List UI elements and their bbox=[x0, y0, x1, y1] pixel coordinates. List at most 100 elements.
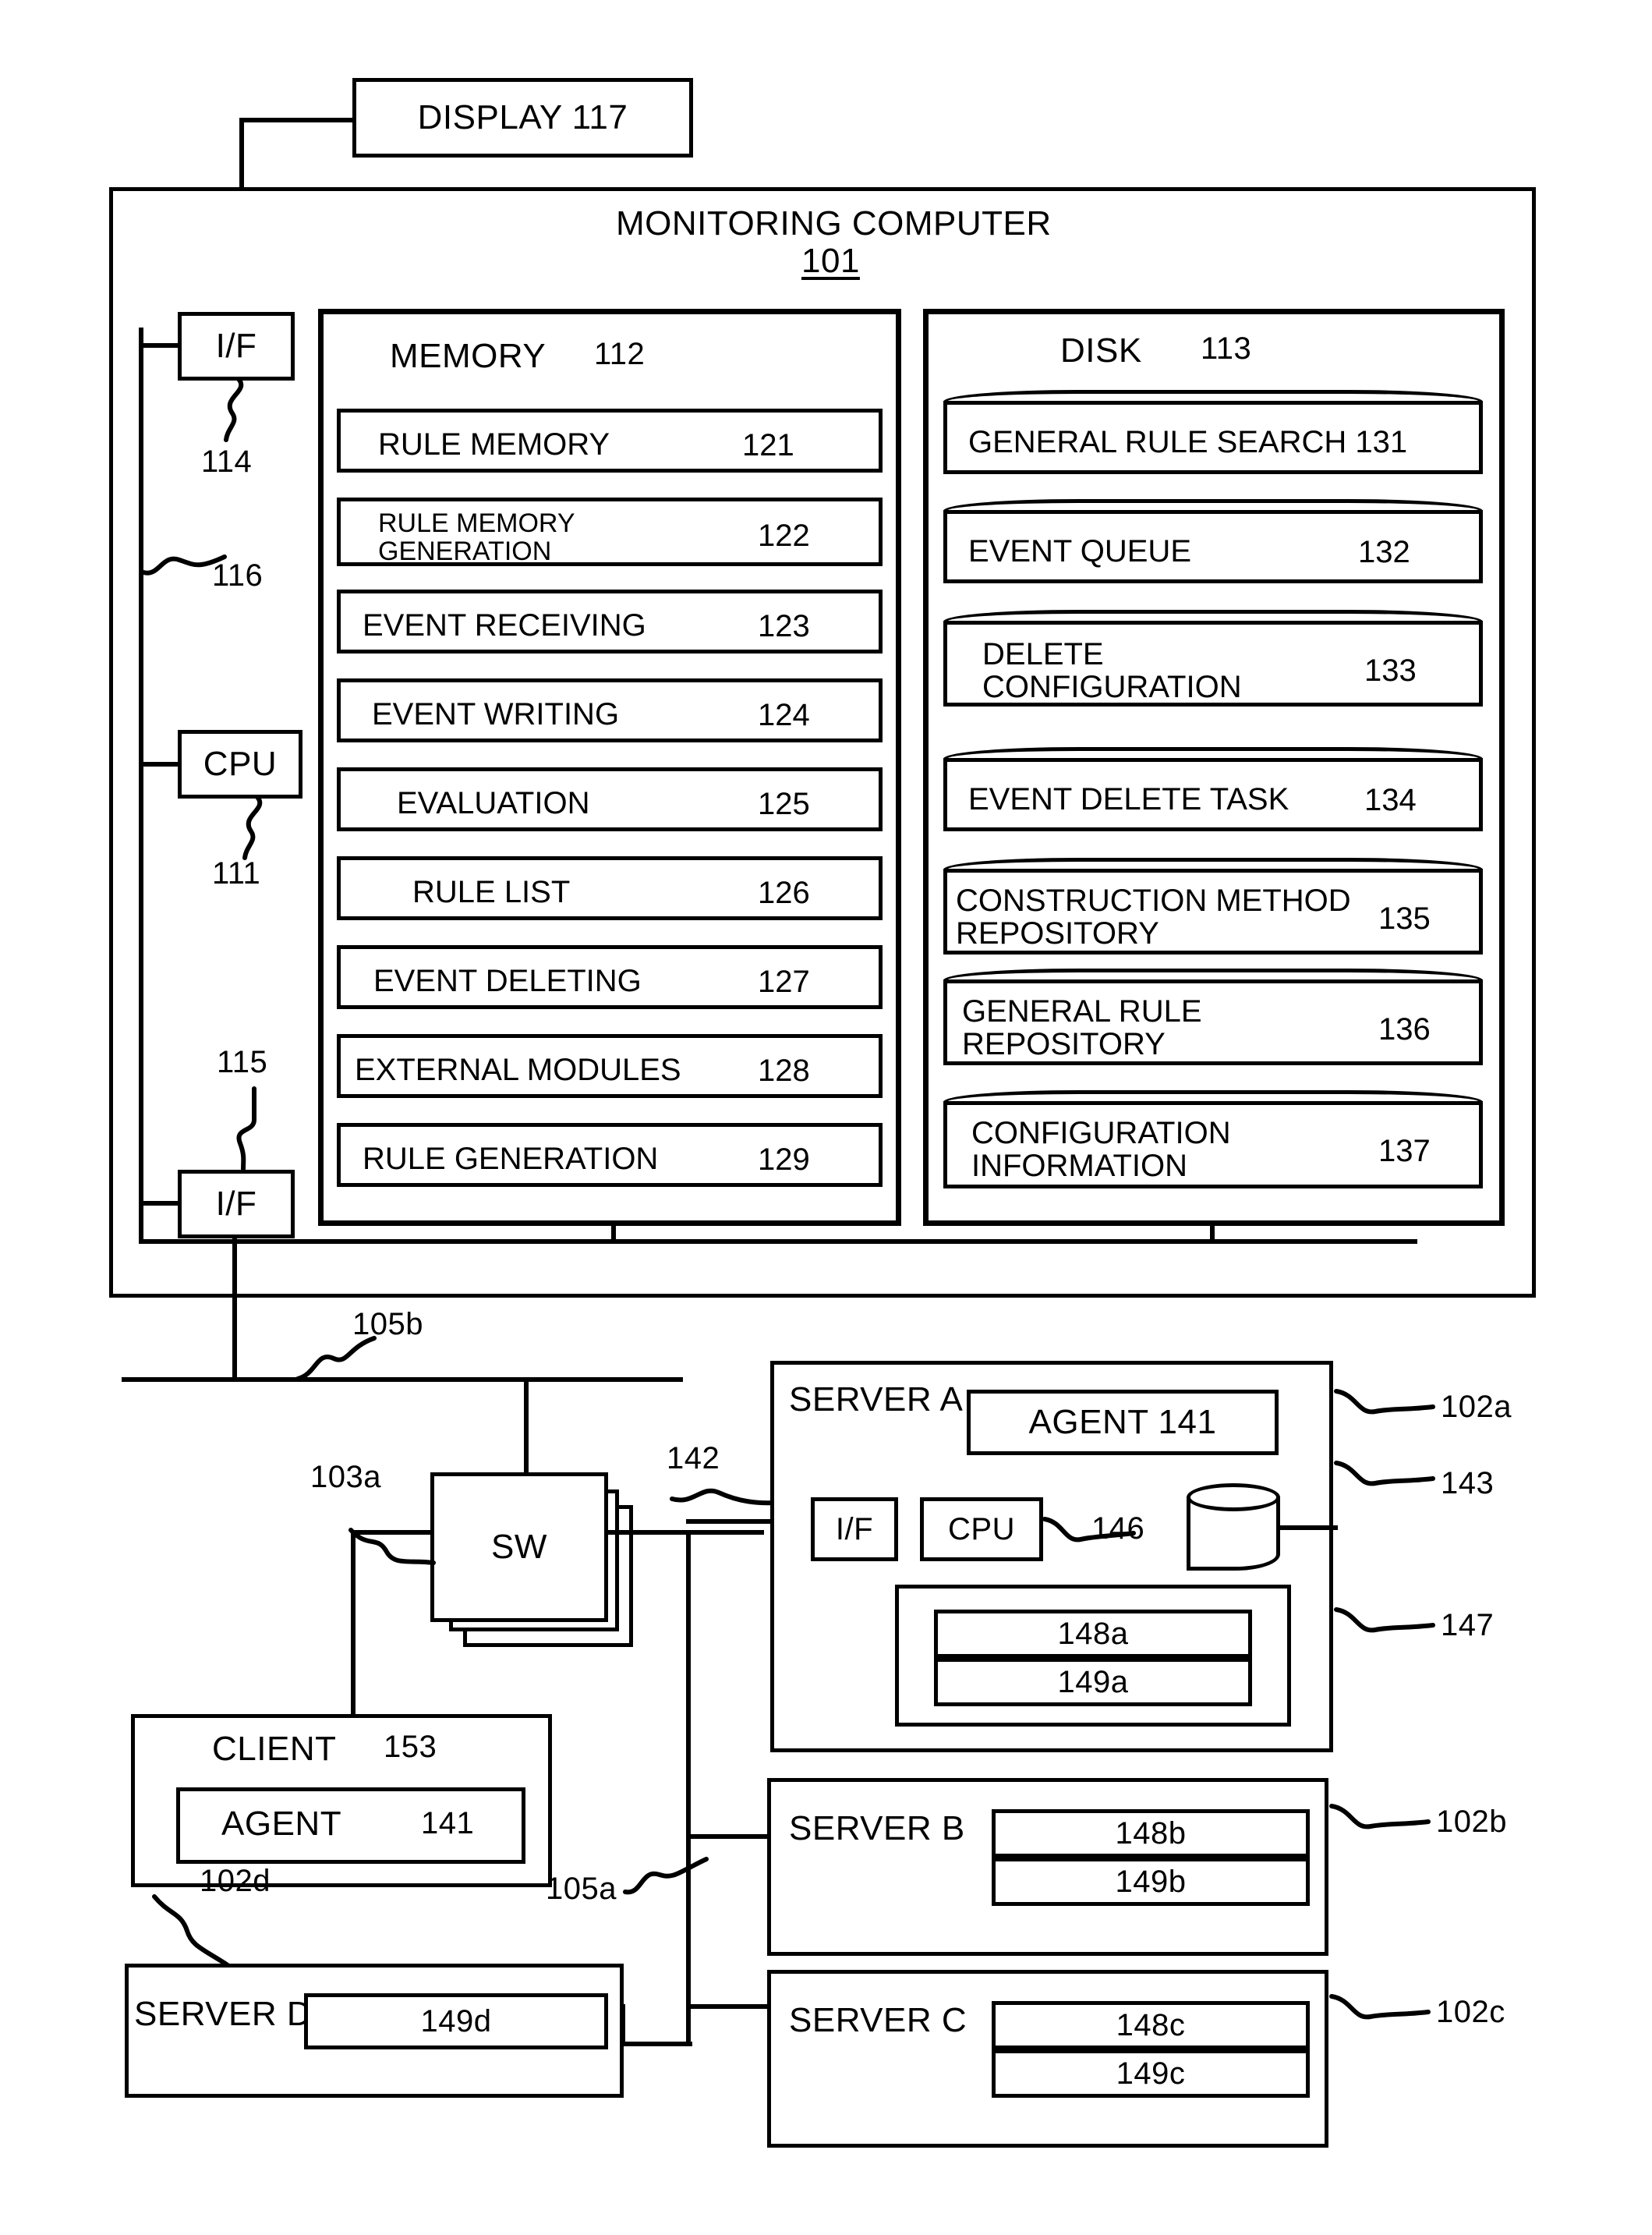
memory-item: EVENT WRITING 124 bbox=[337, 678, 883, 742]
bus-bottom-horizontal bbox=[139, 1239, 1417, 1244]
bus-105b-ref: 105b bbox=[352, 1307, 423, 1341]
disk-item-name: CONSTRUCTION METHOD REPOSITORY bbox=[956, 884, 1351, 951]
disk-item-ref: 137 bbox=[1378, 1134, 1431, 1168]
client-ref: 153 bbox=[384, 1730, 437, 1764]
link-142-ref: 142 bbox=[667, 1441, 720, 1475]
server-b-ref: 102b bbox=[1436, 1805, 1507, 1839]
if115-to-network-link bbox=[232, 1238, 237, 1377]
server-a-group-ref: 147 bbox=[1441, 1608, 1495, 1642]
server-d-102d-leader bbox=[152, 1894, 246, 1973]
memory-item-ref: 128 bbox=[758, 1054, 810, 1088]
memory-item: EXTERNAL MODULES 128 bbox=[337, 1034, 883, 1098]
monitoring-computer-ref: 101 bbox=[801, 242, 860, 280]
disk-item-ref: 133 bbox=[1364, 653, 1417, 688]
server-a-row-label: 148a bbox=[1057, 1616, 1129, 1651]
disk-item: CONSTRUCTION METHOD REPOSITORY 135 bbox=[943, 858, 1483, 955]
server-c-102c-leader bbox=[1329, 1993, 1431, 2040]
disk-title: DISK bbox=[1060, 331, 1142, 370]
memory-item: EVENT RECEIVING 123 bbox=[337, 590, 883, 653]
bus-stub-if114 bbox=[139, 343, 179, 348]
display-label: DISPLAY 117 bbox=[417, 98, 628, 136]
server-c-ref: 102c bbox=[1436, 1995, 1505, 2029]
server-a-cpu-box: CPU bbox=[920, 1497, 1043, 1561]
memory-item: RULE MEMORY GENERATION 122 bbox=[337, 498, 883, 566]
server-d-ref: 102d bbox=[200, 1864, 271, 1898]
network-bus-105b bbox=[122, 1377, 683, 1382]
memory-item-ref: 124 bbox=[758, 698, 810, 732]
memory-item: RULE LIST 126 bbox=[337, 856, 883, 920]
server-a-storage-ref: 143 bbox=[1441, 1466, 1495, 1500]
disk-item-ref: 135 bbox=[1378, 901, 1431, 936]
memory-item-name: RULE MEMORY bbox=[378, 427, 610, 462]
bus-105a-leader bbox=[623, 1854, 709, 1898]
disk-item-ref: 136 bbox=[1378, 1012, 1431, 1047]
switch-103a-leader bbox=[348, 1528, 443, 1575]
memory-item-ref: 129 bbox=[758, 1142, 810, 1177]
disk-item-name: GENERAL RULE SEARCH 131 bbox=[968, 425, 1408, 459]
server-b-title: SERVER B bbox=[789, 1809, 965, 1847]
memory-title: MEMORY bbox=[390, 337, 547, 375]
interface-115-leader bbox=[226, 1086, 281, 1171]
switch-to-client-vertical bbox=[351, 1530, 356, 1717]
interface-114-label: I/F bbox=[215, 327, 257, 365]
client-agent-label: AGENT bbox=[221, 1805, 342, 1843]
disk-item: CONFIGURATION INFORMATION 137 bbox=[943, 1090, 1483, 1188]
bus-stub-if115 bbox=[139, 1201, 179, 1206]
server-a-ref: 102a bbox=[1441, 1390, 1512, 1424]
server-a-102a-leader bbox=[1334, 1388, 1436, 1435]
server-a-agent-label: AGENT 141 bbox=[1028, 1403, 1217, 1441]
bus-to-switch-riser bbox=[524, 1377, 529, 1472]
server-d-row-label: 149d bbox=[420, 2003, 492, 2038]
interface-115-label: I/F bbox=[215, 1185, 257, 1223]
memory-item-name: RULE MEMORY GENERATION bbox=[378, 508, 575, 567]
bus-stub-cpu bbox=[139, 762, 179, 767]
memory-item-name: EVENT RECEIVING bbox=[363, 608, 646, 643]
memory-item-name: EVALUATION bbox=[397, 786, 590, 820]
server-d-title: SERVER D bbox=[134, 1995, 313, 2033]
disk-item: EVENT QUEUE 132 bbox=[943, 499, 1483, 583]
bus-to-server-c bbox=[686, 2004, 769, 2009]
interface-115-box: I/F bbox=[178, 1170, 295, 1238]
server-a-interface-label: I/F bbox=[835, 1511, 874, 1546]
server-d-row-149d: 149d bbox=[304, 1993, 608, 2049]
interface-115-ref: 115 bbox=[217, 1045, 268, 1079]
monitoring-computer-title: MONITORING COMPUTER bbox=[616, 204, 1052, 243]
switch-label: SW bbox=[491, 1528, 547, 1566]
memory-item: EVENT DELETING 127 bbox=[337, 945, 883, 1009]
bus-to-server-b bbox=[686, 1834, 769, 1839]
server-a-agent-box: AGENT 141 bbox=[967, 1390, 1279, 1455]
disk-item-name: DELETE CONFIGURATION bbox=[982, 637, 1242, 705]
server-a-143-leader bbox=[1334, 1460, 1436, 1507]
server-a-if-link bbox=[686, 1519, 772, 1524]
cpu-111-box: CPU bbox=[178, 730, 302, 799]
memory-item-ref: 125 bbox=[758, 787, 810, 821]
server-a-storage-leaderline bbox=[1279, 1525, 1338, 1530]
memory-item-ref: 127 bbox=[758, 965, 810, 999]
server-a-147-leader bbox=[1334, 1606, 1436, 1653]
disk-item: EVENT DELETE TASK 134 bbox=[943, 747, 1483, 831]
disk-item: GENERAL RULE REPOSITORY 136 bbox=[943, 969, 1483, 1065]
memory-item: RULE MEMORY 121 bbox=[337, 409, 883, 473]
server-b-row-label: 148b bbox=[1115, 1815, 1187, 1851]
server-a-interface-box: I/F bbox=[811, 1497, 898, 1561]
memory-item-name: RULE LIST bbox=[412, 875, 571, 909]
client-agent-ref: 141 bbox=[421, 1806, 475, 1840]
memory-item-ref: 122 bbox=[758, 519, 810, 553]
storage-icon-top bbox=[1187, 1483, 1280, 1511]
cpu-111-ref: 111 bbox=[212, 856, 261, 891]
disk-item: DELETE CONFIGURATION 133 bbox=[943, 610, 1483, 707]
display-connector-horizontal bbox=[239, 118, 355, 122]
server-b-102b-leader bbox=[1329, 1803, 1431, 1850]
disk-ref: 113 bbox=[1201, 331, 1252, 366]
disk-item-ref: 132 bbox=[1358, 535, 1410, 569]
client-title: CLIENT bbox=[212, 1730, 337, 1768]
disk-item-name: GENERAL RULE REPOSITORY bbox=[962, 994, 1202, 1062]
server-a-row-label: 149a bbox=[1057, 1664, 1129, 1699]
switch-left-stub bbox=[351, 1530, 432, 1535]
server-c-row-149c: 149c bbox=[992, 2049, 1310, 2098]
server-b-row-148b: 148b bbox=[992, 1809, 1310, 1858]
display-box: DISPLAY 117 bbox=[352, 78, 693, 158]
interface-114-box: I/F bbox=[178, 312, 295, 381]
interface-114-ref: 114 bbox=[201, 445, 253, 479]
server-b-row-label: 149b bbox=[1115, 1864, 1187, 1899]
